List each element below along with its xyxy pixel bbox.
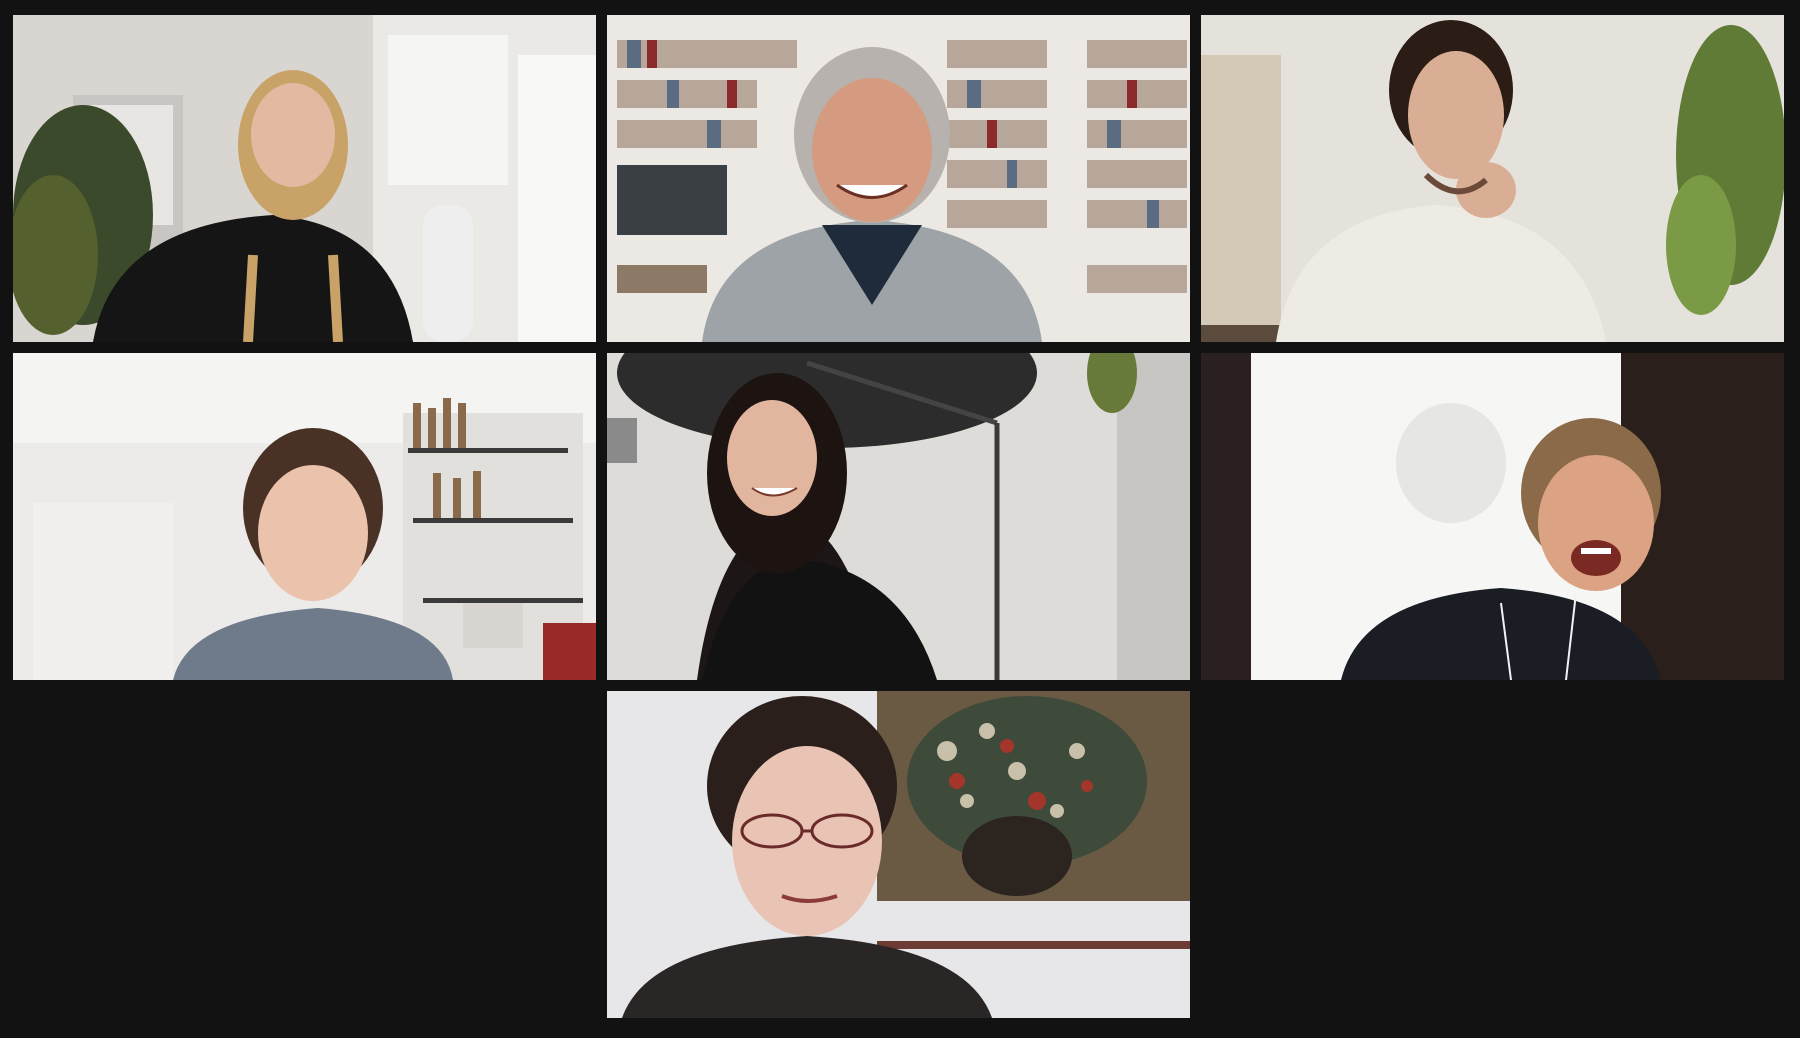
participant-video-tile[interactable]: [13, 353, 596, 680]
participant-video-tile[interactable]: [1201, 15, 1784, 342]
participant-video-tile[interactable]: [607, 691, 1190, 1018]
participant-video-tile[interactable]: [1201, 353, 1784, 680]
participant-video-feed: [1201, 15, 1784, 342]
participant-video-tile[interactable]: [13, 15, 596, 342]
participant-video-feed: [13, 15, 596, 342]
video-gallery: [0, 0, 1800, 1038]
participant-video-tile[interactable]: [607, 353, 1190, 680]
participant-video-feed: [607, 353, 1190, 680]
participant-video-feed: [1201, 353, 1784, 680]
participant-video-feed: [607, 15, 1190, 342]
participant-video-feed: [607, 691, 1190, 1018]
participant-video-tile[interactable]: [607, 15, 1190, 342]
participant-video-feed: [13, 353, 596, 680]
